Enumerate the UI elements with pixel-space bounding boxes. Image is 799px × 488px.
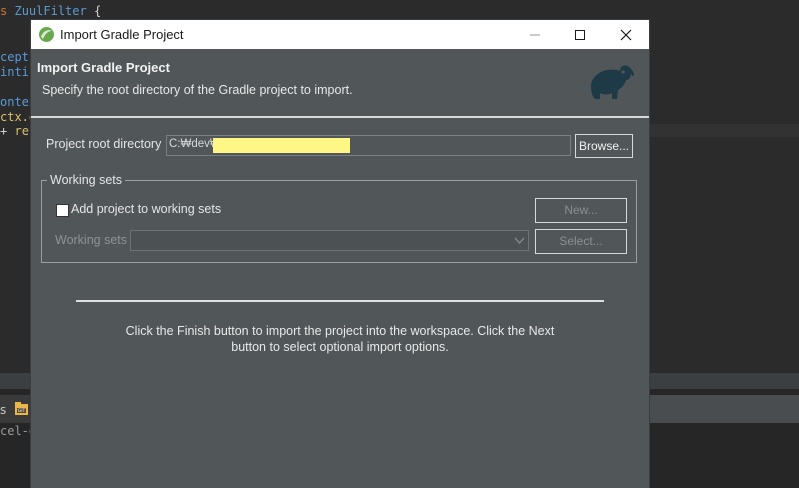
- svg-text:GIT: GIT: [18, 408, 26, 414]
- info-message: Click the Finish button to import the pr…: [125, 324, 555, 354]
- title-bar[interactable]: Import Gradle Project: [31, 20, 649, 49]
- content-divider: [76, 300, 604, 302]
- code-operator: +: [0, 124, 8, 138]
- console-text: cel-do: [0, 424, 32, 438]
- code-keyword: s: [0, 4, 8, 18]
- new-working-set-button[interactable]: New...: [535, 198, 627, 223]
- close-button[interactable]: [603, 20, 649, 49]
- panel-divider: [649, 373, 799, 389]
- page-description: Specify the root directory of the Gradle…: [42, 83, 353, 97]
- eclipse-app-icon: [39, 27, 54, 42]
- code-line: s ZuulFilter {: [0, 4, 120, 19]
- editor-current-line-highlight: [649, 124, 799, 137]
- panel-divider: [0, 373, 32, 389]
- minimize-icon: [530, 34, 540, 36]
- code-line: ctx.g: [0, 110, 31, 124]
- add-to-working-sets-checkbox[interactable]: [56, 204, 69, 217]
- code-line: + rec: [0, 124, 31, 139]
- dialog-header: Import Gradle Project Specify the root d…: [31, 49, 649, 117]
- working-sets-label: Working sets: [55, 233, 128, 247]
- git-repository-icon[interactable]: GIT: [14, 401, 29, 416]
- project-root-input[interactable]: C:₩dev₩: [166, 135, 571, 156]
- page-title: Import Gradle Project: [37, 60, 170, 75]
- chevron-down-icon: [514, 237, 525, 244]
- code-line: ontex: [0, 95, 31, 109]
- project-root-label: Project root directory: [46, 137, 162, 151]
- add-to-working-sets-label[interactable]: Add project to working sets: [71, 202, 221, 216]
- header-divider: [31, 116, 649, 118]
- minimize-button[interactable]: [512, 20, 558, 49]
- working-sets-group: Working sets Add project to working sets…: [41, 173, 637, 263]
- code-line: cepti: [0, 50, 31, 64]
- browse-button[interactable]: Browse...: [575, 134, 633, 158]
- close-icon: [620, 29, 632, 41]
- redacted-path: [213, 138, 350, 153]
- code-identifier: rec: [14, 124, 31, 138]
- maximize-button[interactable]: [557, 20, 603, 49]
- bottom-tab-bar: [649, 395, 799, 423]
- bottom-tab-label[interactable]: s: [0, 403, 6, 417]
- code-brace: {: [93, 4, 102, 18]
- import-gradle-dialog: Import Gradle Project Import Gradle Proj…: [31, 20, 649, 488]
- working-sets-combo[interactable]: [130, 230, 529, 251]
- working-sets-group-label: Working sets: [47, 173, 126, 187]
- window-title: Import Gradle Project: [60, 27, 184, 42]
- select-working-set-button[interactable]: Select...: [535, 229, 627, 254]
- code-line: intin: [0, 65, 31, 79]
- maximize-icon: [575, 30, 585, 40]
- code-type: ZuulFilter: [14, 4, 87, 18]
- gradle-elephant-icon: [591, 65, 634, 99]
